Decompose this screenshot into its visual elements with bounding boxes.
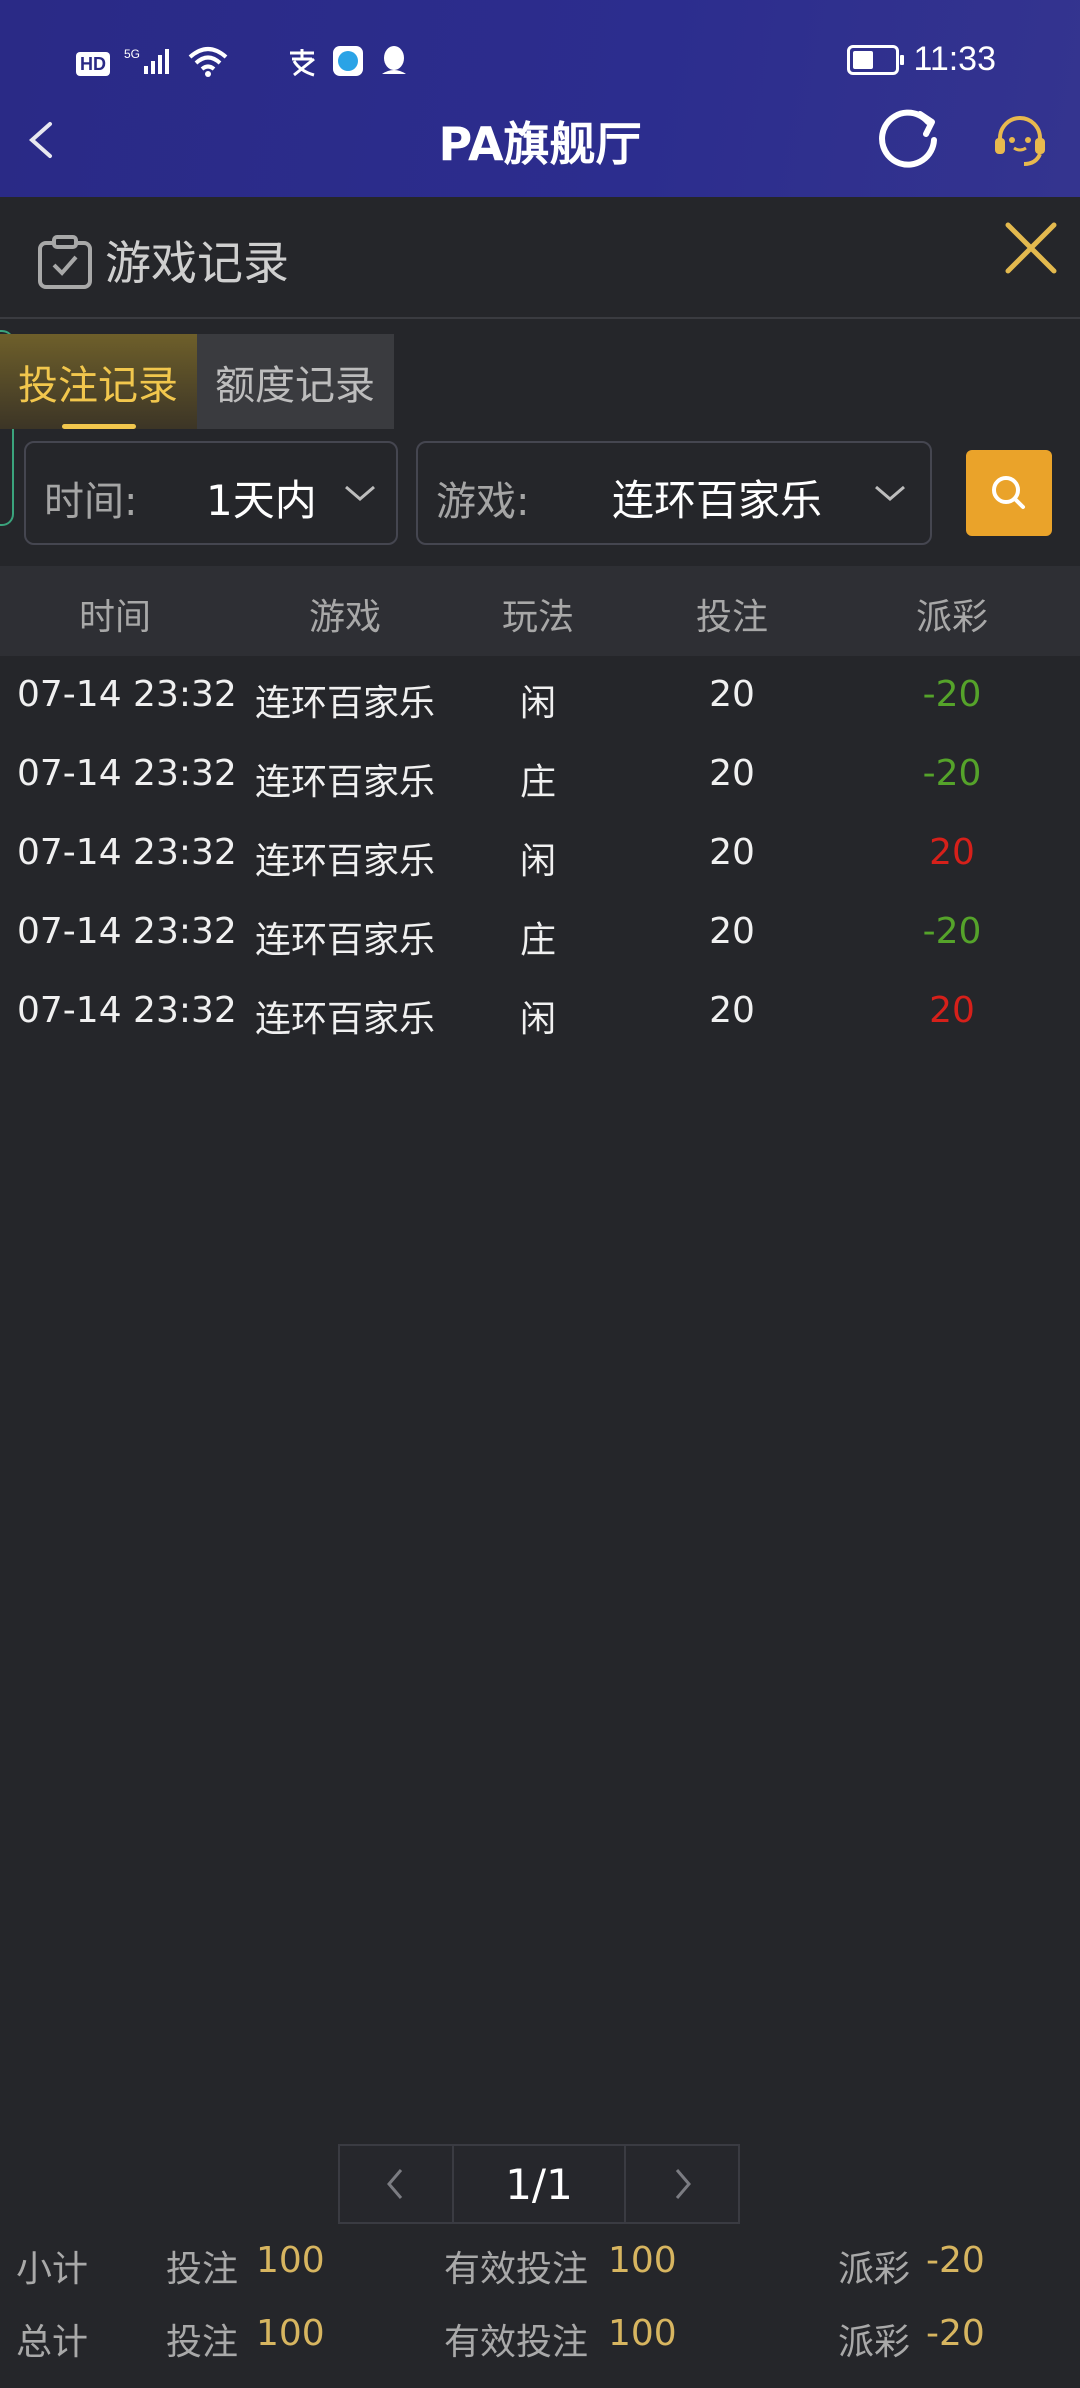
search-icon <box>992 476 1025 509</box>
subtotal-row: 小计 投注 100 有效投注 100 派彩 -20 <box>0 2232 1080 2292</box>
cell-game: 连环百家乐 <box>254 999 436 1040</box>
cell-play: 庄 <box>519 920 557 961</box>
cell-payout: -20 <box>922 674 982 715</box>
subtotal-valid-label: 有效投注 <box>444 2249 589 2290</box>
tab-credit-records[interactable]: 额度记录 <box>197 334 394 429</box>
table-row: 07-14 23:32 连环百家乐 庄 20 -20 <box>0 735 1080 814</box>
col-header-time: 时间 <box>78 597 152 638</box>
cell-bet: 20 <box>709 674 755 715</box>
col-header-game: 游戏 <box>308 597 382 638</box>
subtotal-bet-value: 100 <box>256 2240 325 2281</box>
search-button[interactable] <box>966 450 1052 536</box>
chevron-down-icon <box>345 485 375 501</box>
total-row: 总计 投注 100 有效投注 100 派彩 -20 <box>0 2305 1080 2365</box>
subtotal-label: 小计 <box>16 2249 89 2290</box>
cell-payout: 20 <box>929 990 975 1031</box>
cell-game: 连环百家乐 <box>254 920 436 961</box>
prev-page-button[interactable] <box>338 2144 454 2224</box>
total-valid-label: 有效投注 <box>444 2322 589 2363</box>
subtotal-bet-label: 投注 <box>166 2249 239 2290</box>
app-notification-icon <box>332 45 364 82</box>
customer-service-button[interactable] <box>990 110 1050 170</box>
game-filter-select[interactable]: 游戏: 连环百家乐 <box>416 441 932 545</box>
cell-play: 闲 <box>519 683 557 724</box>
cell-time: 07-14 23:32 <box>17 911 237 952</box>
game-filter-value: 连环百家乐 <box>612 476 823 525</box>
subtotal-valid-value: 100 <box>608 2240 677 2281</box>
page-indicator: 1/1 <box>452 2144 626 2224</box>
panel-title: 游戏记录 <box>105 236 289 290</box>
table-row: 07-14 23:32 连环百家乐 闲 20 20 <box>0 814 1080 893</box>
cell-bet: 20 <box>709 990 755 1031</box>
cell-game: 连环百家乐 <box>254 762 436 803</box>
record-tabs: 投注记录 额度记录 <box>0 334 394 429</box>
chevron-down-icon <box>875 485 905 501</box>
chevron-left-icon <box>387 2169 403 2199</box>
pagination: 1/1 <box>338 2144 740 2224</box>
col-header-bet: 投注 <box>695 597 769 638</box>
cell-play: 闲 <box>519 841 557 882</box>
refresh-button[interactable] <box>876 104 942 170</box>
total-payout-label: 派彩 <box>838 2322 911 2363</box>
time-filter-value: 1天内 <box>206 476 317 525</box>
table-row: 07-14 23:32 连环百家乐 闲 20 -20 <box>0 656 1080 735</box>
headset-icon <box>995 116 1045 166</box>
app-header: HD 5G 11:33 PA旗舰厅 <box>0 0 1080 197</box>
total-bet-value: 100 <box>256 2313 325 2354</box>
signal-icon: 5G <box>124 46 174 82</box>
close-button[interactable] <box>1004 221 1058 275</box>
cell-play: 闲 <box>519 999 557 1040</box>
total-payout-value: -20 <box>926 2313 985 2354</box>
col-header-payout: 派彩 <box>915 597 989 638</box>
total-bet-label: 投注 <box>166 2322 239 2363</box>
hd-badge: HD <box>76 51 110 76</box>
chevron-right-icon <box>675 2169 691 2199</box>
close-icon <box>1005 222 1057 274</box>
cell-play: 庄 <box>519 762 557 803</box>
qq-icon <box>378 44 410 83</box>
cell-payout: -20 <box>922 753 982 794</box>
cell-bet: 20 <box>709 832 755 873</box>
col-header-play: 玩法 <box>501 597 575 638</box>
clipboard-check-icon <box>36 233 94 291</box>
cell-time: 07-14 23:32 <box>17 832 237 873</box>
status-bar: HD 5G 11:33 <box>0 30 1080 100</box>
cell-time: 07-14 23:32 <box>17 753 237 794</box>
cell-game: 连环百家乐 <box>254 683 436 724</box>
refresh-icon <box>879 109 937 168</box>
total-label: 总计 <box>16 2322 89 2363</box>
subtotal-payout-value: -20 <box>926 2240 985 2281</box>
cell-time: 07-14 23:32 <box>17 990 237 1031</box>
cell-payout: -20 <box>922 911 982 952</box>
panel-header: 游戏记录 <box>0 197 1080 319</box>
table-row: 07-14 23:32 连环百家乐 庄 20 -20 <box>0 893 1080 972</box>
svg-text:5G: 5G <box>124 47 140 61</box>
cell-game: 连环百家乐 <box>254 841 436 882</box>
cell-bet: 20 <box>709 753 755 794</box>
game-filter-label: 游戏: <box>436 479 530 525</box>
alipay-icon <box>286 45 318 82</box>
tab-bet-records[interactable]: 投注记录 <box>0 334 197 429</box>
subtotal-payout-label: 派彩 <box>838 2249 911 2290</box>
cell-time: 07-14 23:32 <box>17 674 237 715</box>
time-filter-label: 时间: <box>44 479 138 525</box>
clock: 11:33 <box>913 40 996 78</box>
table-header: 时间 游戏 玩法 投注 派彩 <box>0 566 1080 656</box>
next-page-button[interactable] <box>624 2144 740 2224</box>
table-row: 07-14 23:32 连环百家乐 闲 20 20 <box>0 972 1080 1051</box>
cell-bet: 20 <box>709 911 755 952</box>
total-valid-value: 100 <box>608 2313 677 2354</box>
battery-icon <box>847 44 905 75</box>
wifi-icon <box>188 45 228 82</box>
cell-payout: 20 <box>929 832 975 873</box>
time-filter-select[interactable]: 时间: 1天内 <box>24 441 398 545</box>
